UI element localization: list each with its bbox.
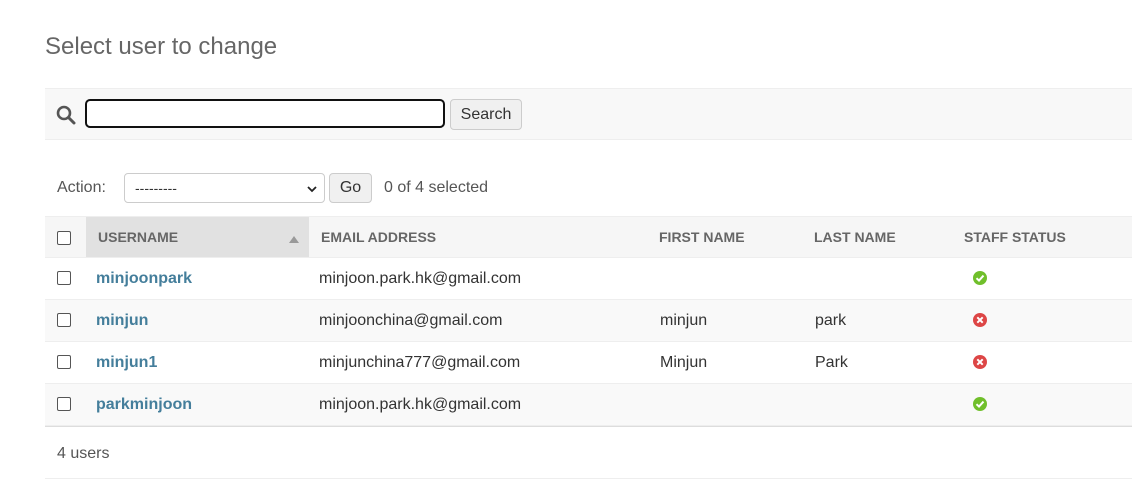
last-name-cell: park	[802, 299, 952, 342]
action-select[interactable]: ---------	[124, 173, 325, 203]
no-icon	[973, 355, 987, 370]
table-header-row: USERNAME EMAIL ADDRESS FIRST NAME LAST N…	[45, 216, 1132, 258]
search-toolbar: Search	[45, 88, 1132, 140]
action-label: Action:	[57, 179, 106, 196]
select-all-checkbox[interactable]	[57, 231, 71, 246]
column-header-staff-status[interactable]: STAFF STATUS	[952, 216, 1132, 258]
email-cell: minjunchina777@gmail.com	[309, 341, 647, 384]
row-checkbox[interactable]	[57, 271, 71, 286]
table-row: parkminjoon minjoon.park.hk@gmail.com	[45, 383, 1132, 426]
column-header-username[interactable]: USERNAME	[86, 216, 309, 258]
email-cell: minjoon.park.hk@gmail.com	[309, 257, 647, 300]
table-row: minjun1 minjunchina777@gmail.com Minjun Par…	[45, 341, 1132, 384]
row-checkbox[interactable]	[57, 397, 71, 412]
username-cell: minjoonpark	[86, 257, 309, 300]
sort-ascending-icon[interactable]	[289, 235, 299, 243]
username-link[interactable]: minjun1	[86, 354, 157, 371]
staff-status-cell	[952, 383, 1132, 426]
row-select-cell	[45, 383, 86, 426]
action-select-value: ---------	[135, 180, 177, 196]
first-name-cell	[647, 383, 802, 426]
row-select-cell	[45, 299, 86, 342]
first-name-cell: minjun	[647, 299, 802, 342]
last-name-cell	[802, 383, 952, 426]
staff-status-cell	[952, 299, 1132, 342]
yes-icon	[973, 271, 987, 286]
last-name-cell: Park	[802, 341, 952, 384]
username-link[interactable]: minjun	[86, 312, 148, 329]
username-link[interactable]: parkminjoon	[86, 396, 192, 413]
select-all-cell	[45, 216, 86, 258]
staff-status-cell	[952, 341, 1132, 384]
username-cell: minjun1	[86, 341, 309, 384]
email-cell: minjoon.park.hk@gmail.com	[309, 383, 647, 426]
column-header-last-name[interactable]: LAST NAME	[802, 216, 952, 258]
chevron-down-icon	[307, 186, 317, 193]
row-select-cell	[45, 341, 86, 384]
column-header-email[interactable]: EMAIL ADDRESS	[309, 216, 647, 258]
no-icon	[973, 313, 987, 328]
row-checkbox[interactable]	[57, 355, 71, 370]
row-checkbox[interactable]	[57, 313, 71, 328]
result-count: 4 users	[57, 445, 110, 462]
search-icon	[56, 105, 76, 125]
row-select-cell	[45, 257, 86, 300]
last-name-cell	[802, 257, 952, 300]
selection-count: 0 of 4 selected	[384, 179, 489, 196]
email-cell: minjoonchina@gmail.com	[309, 299, 647, 342]
page-title: Select user to change	[45, 33, 278, 60]
results-table: USERNAME EMAIL ADDRESS FIRST NAME LAST N…	[45, 216, 1132, 426]
search-button[interactable]: Search	[450, 99, 522, 130]
first-name-cell: Minjun	[647, 341, 802, 384]
username-cell: minjun	[86, 299, 309, 342]
yes-icon	[973, 397, 987, 412]
table-row: minjoonpark minjoon.park.hk@gmail.com	[45, 257, 1132, 300]
staff-status-cell	[952, 257, 1132, 300]
result-count-footer: 4 users	[45, 426, 1132, 479]
table-row: minjun minjoonchina@gmail.com minjun park	[45, 299, 1132, 342]
go-button[interactable]: Go	[329, 173, 372, 203]
search-input[interactable]	[85, 99, 445, 128]
username-cell: parkminjoon	[86, 383, 309, 426]
column-header-first-name[interactable]: FIRST NAME	[647, 216, 802, 258]
username-link[interactable]: minjoonpark	[86, 270, 192, 287]
first-name-cell	[647, 257, 802, 300]
